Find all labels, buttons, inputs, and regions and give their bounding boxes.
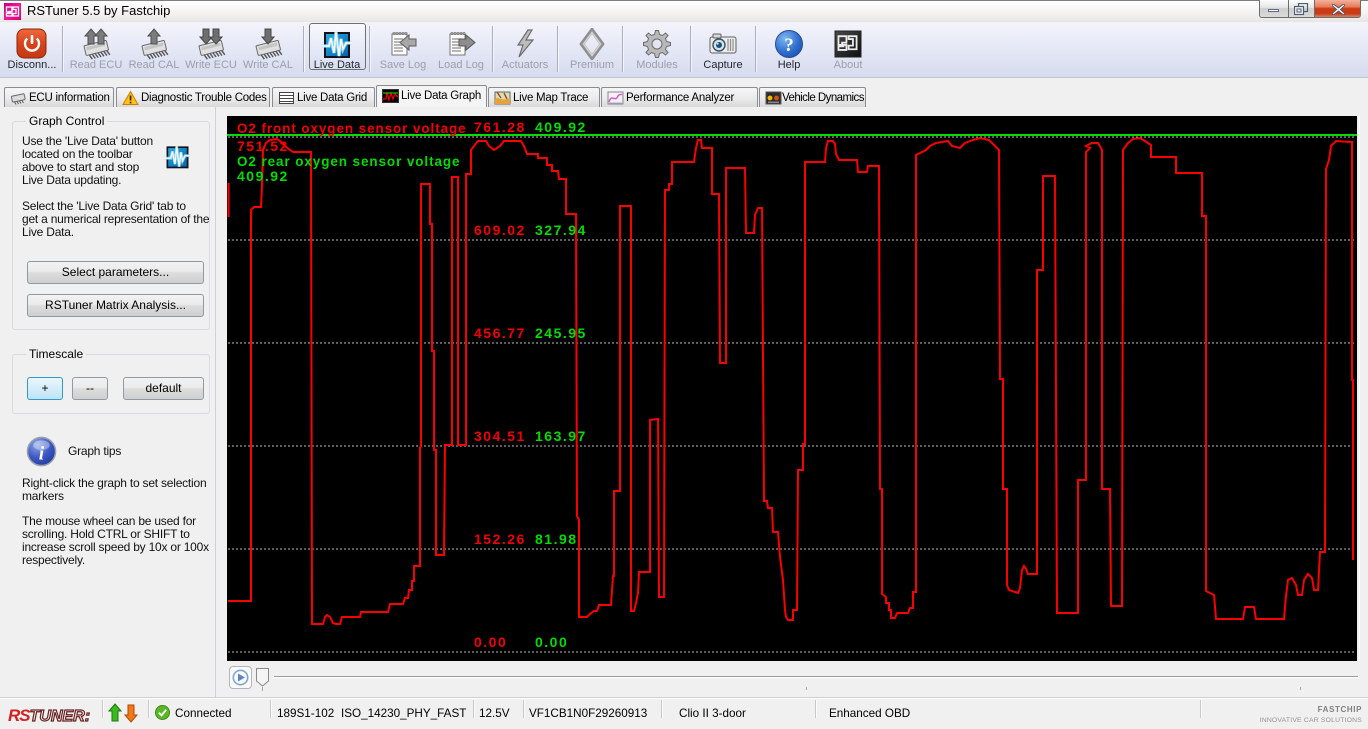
svg-text:163.97: 163.97 xyxy=(535,428,587,444)
svg-text:?: ? xyxy=(784,35,794,56)
svg-text:245.95: 245.95 xyxy=(535,325,587,341)
svg-text:761.28: 761.28 xyxy=(474,119,526,135)
svg-text:i: i xyxy=(39,443,45,464)
svg-text:456.77: 456.77 xyxy=(474,325,526,341)
svg-text:304.51: 304.51 xyxy=(474,428,526,444)
svg-text:609.02: 609.02 xyxy=(474,222,526,238)
svg-text:0.00: 0.00 xyxy=(535,634,568,650)
svg-text:409.92: 409.92 xyxy=(237,168,289,184)
svg-text:409.92: 409.92 xyxy=(535,119,587,135)
svg-text:O2 rear oxygen sensor voltage: O2 rear oxygen sensor voltage xyxy=(237,154,460,169)
svg-text:81.98: 81.98 xyxy=(535,531,578,547)
svg-text:O2 front oxygen sensor voltage: O2 front oxygen sensor voltage xyxy=(237,121,467,136)
svg-text:0.00: 0.00 xyxy=(474,634,507,650)
svg-text:152.26: 152.26 xyxy=(474,531,526,547)
svg-text:327.94: 327.94 xyxy=(535,222,587,238)
svg-text:751.52: 751.52 xyxy=(237,138,289,154)
